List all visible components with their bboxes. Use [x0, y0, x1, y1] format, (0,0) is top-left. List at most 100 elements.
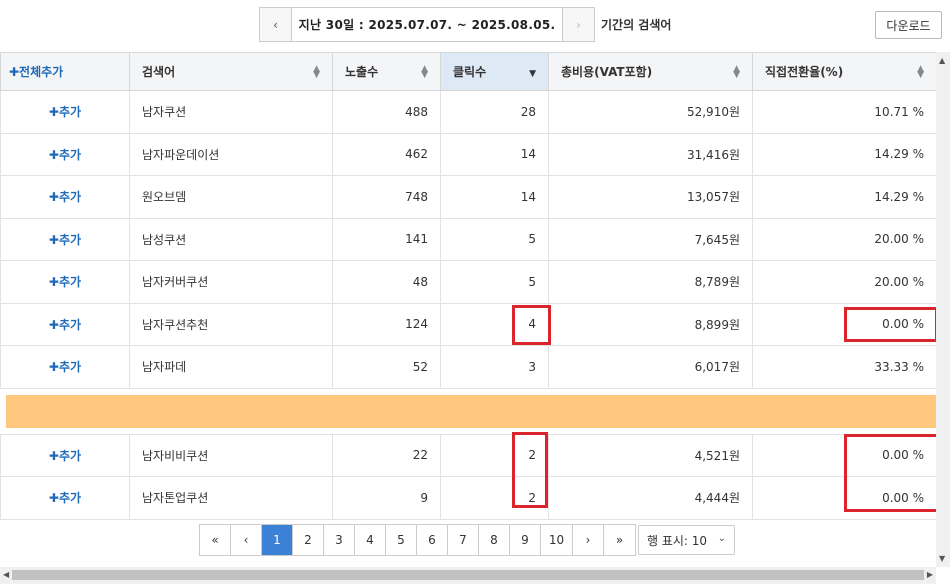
add-all-button[interactable]: ✚전체추가 — [0, 52, 130, 91]
header-keyword[interactable]: 검색어 ▲ ▼ — [129, 52, 333, 91]
page-button[interactable]: 8 — [479, 525, 510, 555]
date-range-navigator: ‹ 지난 30일 : 2025.07.07. ~ 2025.08.05. › — [259, 7, 595, 42]
download-button[interactable]: 다운로드 — [875, 11, 942, 39]
add-keyword-button[interactable]: ✚추가 — [0, 132, 130, 176]
page-button[interactable]: 4 — [355, 525, 386, 555]
header-impressions-label: 노출수 — [345, 65, 379, 79]
clicks-cell: 5 — [440, 260, 549, 304]
cost-cell: 4,444원 — [548, 476, 753, 520]
scroll-right-icon[interactable]: ▶ — [927, 570, 933, 579]
page-button[interactable]: 10 — [541, 525, 573, 555]
table-row: ✚추가 남자쿠션 488 28 52,910원 10.71 % — [0, 90, 937, 134]
header-conversion-label: 직접전환율(%) — [765, 65, 844, 79]
first-page-button[interactable]: « — [200, 525, 231, 555]
next-period-button[interactable]: › — [562, 8, 594, 41]
clicks-cell: 14 — [440, 175, 549, 219]
keyword-cell: 남자파운데이션 — [129, 132, 333, 176]
add-keyword-button[interactable]: ✚추가 — [0, 175, 130, 219]
keyword-cell: 남성쿠션 — [129, 217, 333, 261]
page-button[interactable]: 7 — [448, 525, 479, 555]
redaction-bar-row — [0, 387, 937, 435]
clicks-cell: 14 — [440, 132, 549, 176]
header-impressions[interactable]: 노출수 ▲ ▼ — [332, 52, 441, 91]
scrollbar-thumb[interactable] — [12, 570, 924, 580]
header-clicks-label: 클릭수 — [453, 65, 487, 79]
period-suffix-label: 기간의 검색어 — [601, 18, 672, 32]
vertical-scrollbar[interactable]: ▲ ▼ — [936, 52, 950, 567]
table-row: ✚추가 남성쿠션 141 5 7,645원 20.00 % — [0, 217, 937, 261]
conversion-cell: 14.29 % — [752, 132, 937, 176]
table-row: ✚추가 남자쿠션추천 124 4 8,899원 0.00 % — [0, 302, 937, 346]
top-bar: ‹ 지난 30일 : 2025.07.07. ~ 2025.08.05. › 기… — [0, 0, 950, 52]
impressions-cell: 748 — [332, 175, 441, 219]
conversion-cell: 20.00 % — [752, 217, 937, 261]
page-button[interactable]: 2 — [293, 525, 324, 555]
cost-cell: 31,416원 — [548, 132, 753, 176]
date-range-label: 지난 30일 : 2025.07.07. ~ 2025.08.05. — [298, 18, 556, 32]
clicks-cell: 3 — [440, 345, 549, 389]
cost-cell: 13,057원 — [548, 175, 753, 219]
conversion-cell: 0.00 % — [752, 433, 937, 477]
sort-icon: ▲ ▼ — [733, 64, 740, 80]
conversion-cell: 14.29 % — [752, 175, 937, 219]
cost-cell: 8,899원 — [548, 302, 753, 346]
horizontal-scrollbar[interactable]: ◀ ▶ — [0, 567, 936, 584]
keyword-cell: 남자톤업쿠션 — [129, 476, 333, 520]
keyword-cell: 원오브뎀 — [129, 175, 333, 219]
page-button[interactable]: 1 — [262, 525, 293, 555]
chevron-down-icon: ⌄ — [717, 533, 726, 544]
rows-per-page-label: 행 표시: 10 — [647, 533, 708, 548]
conversion-cell: 0.00 % — [752, 302, 937, 346]
impressions-cell: 462 — [332, 132, 441, 176]
add-keyword-button[interactable]: ✚추가 — [0, 476, 130, 520]
pagination: « ‹ 1 2 3 4 5 6 7 8 9 10 › » — [199, 524, 636, 556]
add-keyword-button[interactable]: ✚추가 — [0, 433, 130, 477]
add-keyword-button[interactable]: ✚추가 — [0, 302, 130, 346]
scroll-up-icon[interactable]: ▲ — [939, 56, 945, 65]
conversion-cell: 10.71 % — [752, 90, 937, 134]
clicks-cell: 2 — [440, 476, 549, 520]
prev-page-button[interactable]: ‹ — [231, 525, 262, 555]
keyword-table: ✚전체추가 검색어 ▲ ▼ 노출수 ▲ ▼ 클릭수 ▼ 총비용(VAT포함) ▲ ▼ 직접전환… — [0, 52, 937, 520]
clicks-cell: 28 — [440, 90, 549, 134]
impressions-cell: 52 — [332, 345, 441, 389]
header-conversion[interactable]: 직접전환율(%) ▲ ▼ — [752, 52, 937, 91]
cost-cell: 7,645원 — [548, 217, 753, 261]
impressions-cell: 22 — [332, 433, 441, 477]
cost-cell: 8,789원 — [548, 260, 753, 304]
keyword-cell: 남자파데 — [129, 345, 333, 389]
impressions-cell: 141 — [332, 217, 441, 261]
impressions-cell: 488 — [332, 90, 441, 134]
sort-icon: ▲ ▼ — [917, 64, 924, 80]
table-row: ✚추가 남자파데 52 3 6,017원 33.33 % — [0, 345, 937, 389]
next-page-button[interactable]: › — [573, 525, 604, 555]
page-button[interactable]: 9 — [510, 525, 541, 555]
keyword-cell: 남자쿠션추천 — [129, 302, 333, 346]
clicks-cell: 5 — [440, 217, 549, 261]
page-button[interactable]: 3 — [324, 525, 355, 555]
keyword-cell: 남자커버쿠션 — [129, 260, 333, 304]
table-header-row: ✚전체추가 검색어 ▲ ▼ 노출수 ▲ ▼ 클릭수 ▼ 총비용(VAT포함) ▲ ▼ 직접전환… — [0, 52, 937, 91]
scroll-left-icon[interactable]: ◀ — [3, 570, 9, 579]
page-button[interactable]: 5 — [386, 525, 417, 555]
cost-cell: 6,017원 — [548, 345, 753, 389]
header-total-cost[interactable]: 총비용(VAT포함) ▲ ▼ — [548, 52, 753, 91]
add-keyword-button[interactable]: ✚추가 — [0, 217, 130, 261]
scroll-down-icon[interactable]: ▼ — [939, 554, 945, 563]
impressions-cell: 48 — [332, 260, 441, 304]
prev-period-button[interactable]: ‹ — [260, 8, 292, 41]
table-row: ✚추가 원오브뎀 748 14 13,057원 14.29 % — [0, 175, 937, 219]
clicks-cell: 4 — [440, 302, 549, 346]
impressions-cell: 9 — [332, 476, 441, 520]
table-row: ✚추가 남자파운데이션 462 14 31,416원 14.29 % — [0, 132, 937, 176]
clicks-cell: 2 — [440, 433, 549, 477]
last-page-button[interactable]: » — [604, 525, 635, 555]
page-button[interactable]: 6 — [417, 525, 448, 555]
add-keyword-button[interactable]: ✚추가 — [0, 90, 130, 134]
redaction-bar — [5, 394, 936, 428]
add-keyword-button[interactable]: ✚추가 — [0, 345, 130, 389]
rows-per-page-select[interactable]: 행 표시: 10 ⌄ — [638, 525, 735, 555]
add-keyword-button[interactable]: ✚추가 — [0, 260, 130, 304]
conversion-cell: 20.00 % — [752, 260, 937, 304]
header-clicks[interactable]: 클릭수 ▼ — [440, 52, 549, 91]
